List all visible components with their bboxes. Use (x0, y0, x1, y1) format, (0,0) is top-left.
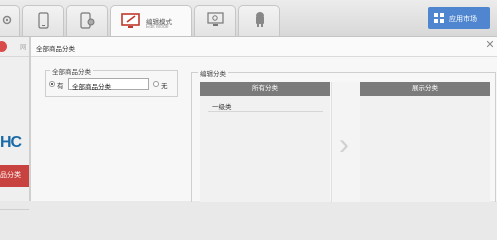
display-categories-panel-title: 展示分类 (360, 82, 490, 96)
radio-yes-label: 有 (57, 83, 64, 90)
display-categories-panel: 展示分类 (360, 82, 490, 202)
android-icon (256, 12, 264, 27)
dialog-title: 全部商品分类 (36, 46, 75, 53)
dialog-header: 全部商品分类 ✕ (31, 37, 497, 57)
phone-settings-icon (80, 12, 95, 29)
tab-edit-mode[interactable]: 编辑模式 Edit Mode (110, 5, 192, 36)
tree-item[interactable]: 一级类 (212, 101, 232, 111)
phone-icon (38, 12, 49, 29)
tab-mobile[interactable] (22, 5, 64, 36)
category-button[interactable]: 品分类 (0, 165, 29, 187)
all-categories-panel-title: 所有分类 (200, 82, 330, 96)
tab-android[interactable] (238, 5, 280, 36)
edit-monitor-icon (121, 13, 140, 28)
left-sidebar: 网 HC 品分类 (0, 37, 30, 210)
chevron-right-icon[interactable]: › (339, 130, 349, 160)
app-market-label: 应用市场 (449, 16, 477, 23)
grid-icon (434, 13, 444, 23)
gear-icon (2, 15, 12, 25)
transfer-column: › (331, 82, 361, 202)
edit-categories-group: 编辑分类 所有分类 一级类 › 展示分类 (191, 68, 496, 202)
tab-edit-mode-sublabel: Edit Mode (146, 24, 169, 30)
sidebar-divider-glyph: 网 (20, 44, 27, 51)
tab-preview[interactable] (194, 5, 236, 36)
all-categories-list: 一级类 (200, 96, 330, 202)
radio-no-label: 无 (161, 83, 168, 90)
sidebar-separator (0, 56, 29, 57)
logo-fragment: HC (0, 134, 22, 151)
close-icon[interactable]: ✕ (484, 39, 496, 51)
display-categories-list (360, 96, 490, 202)
search-monitor-icon (207, 12, 224, 26)
all-categories-legend: 全部商品分类 (50, 66, 93, 76)
app-market-button[interactable]: 应用市场 (428, 7, 490, 29)
category-name-input[interactable]: 全部商品分类 (68, 78, 149, 91)
radio-no[interactable] (153, 81, 159, 87)
category-dialog: 全部商品分类 ✕ 全部商品分类 有 全部商品分类 无 编辑分类 所有分类 一级类… (30, 37, 497, 202)
all-categories-group: 全部商品分类 有 全部商品分类 无 (45, 66, 178, 97)
top-toolbar: 编辑模式 Edit Mode 应用市场 (0, 0, 497, 37)
tab-mobile-settings[interactable] (66, 5, 108, 36)
tab-settings[interactable] (0, 5, 20, 36)
sidebar-separator-bottom (0, 209, 29, 210)
all-categories-panel: 所有分类 一级类 (200, 82, 330, 202)
edit-categories-legend: 编辑分类 (198, 68, 228, 78)
tree-item-underline (208, 111, 323, 112)
sidebar-red-button[interactable] (0, 41, 7, 52)
radio-yes[interactable] (49, 81, 55, 87)
